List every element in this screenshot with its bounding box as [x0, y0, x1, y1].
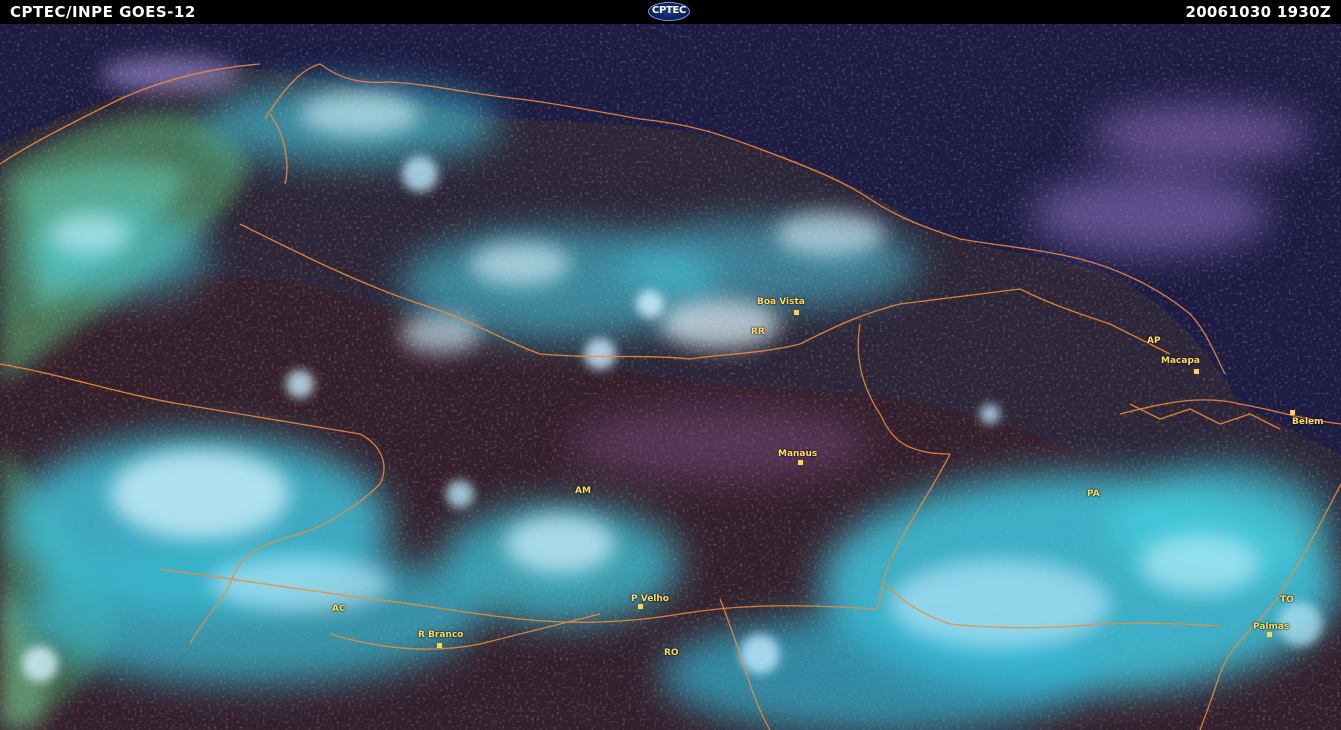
palmas-marker	[1267, 632, 1272, 637]
label-rio-branco: R Branco	[418, 630, 464, 640]
label-state-rr: RR	[751, 327, 765, 337]
porto-velho-marker	[638, 604, 643, 609]
image-timestamp: 20061030 1930Z	[1185, 3, 1331, 21]
label-state-ac: AC	[332, 604, 346, 614]
satellite-map: Boa Vista RR AP Macapa Belem Manaus AM P…	[0, 24, 1341, 730]
macapa-marker	[1194, 369, 1199, 374]
label-state-pa: PA	[1087, 489, 1100, 499]
cptec-logo: CPTEC	[648, 2, 690, 21]
rio-branco-marker	[437, 643, 442, 648]
map-graphics	[0, 24, 1341, 730]
boa-vista-marker	[794, 310, 799, 315]
label-boa-vista: Boa Vista	[757, 297, 805, 307]
manaus-marker	[798, 460, 803, 465]
satellite-title: CPTEC/INPE GOES-12	[10, 3, 196, 21]
label-belem: Belem	[1292, 417, 1324, 427]
label-state-ap: AP	[1147, 336, 1161, 346]
cptec-logo-text: CPTEC	[651, 5, 687, 16]
label-macapa: Macapa	[1161, 356, 1200, 366]
header-bar: CPTEC/INPE GOES-12 CPTEC 20061030 1930Z	[0, 0, 1341, 24]
label-state-to: TO	[1280, 595, 1294, 605]
label-state-ro: RO	[664, 648, 679, 658]
label-state-am: AM	[575, 486, 591, 496]
belem-marker	[1290, 410, 1295, 415]
label-manaus: Manaus	[778, 449, 818, 459]
label-palmas: Palmas	[1253, 622, 1290, 632]
label-porto-velho: P Velho	[631, 594, 669, 604]
satellite-image-frame: CPTEC/INPE GOES-12 CPTEC 20061030 1930Z	[0, 0, 1341, 730]
